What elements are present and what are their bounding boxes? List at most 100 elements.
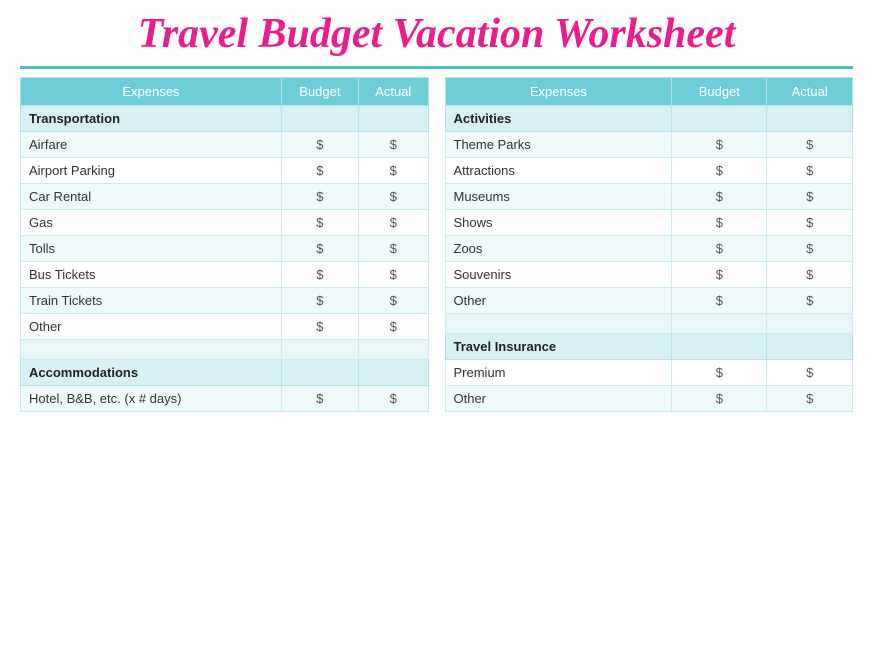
budget-value[interactable]: $: [281, 314, 358, 340]
table-row: Museums $ $: [445, 184, 853, 210]
left-col-budget: Budget: [281, 78, 358, 106]
actual-value[interactable]: $: [767, 184, 853, 210]
right-table: Expenses Budget Actual Activities Theme …: [445, 77, 854, 412]
budget-value[interactable]: $: [672, 184, 767, 210]
actual-value[interactable]: $: [767, 386, 853, 412]
page-title: Travel Budget Vacation Worksheet: [20, 10, 853, 58]
left-table-section: Expenses Budget Actual Transportation Ai…: [20, 77, 429, 412]
actual-value[interactable]: $: [359, 288, 428, 314]
expense-label: Shows: [445, 210, 672, 236]
expense-label: Premium: [445, 360, 672, 386]
section-budget: [281, 106, 358, 132]
section-actual: [767, 334, 853, 360]
left-col-actual: Actual: [359, 78, 428, 106]
actual-value[interactable]: $: [767, 132, 853, 158]
expense-label: Airfare: [21, 132, 282, 158]
actual-value[interactable]: $: [359, 386, 428, 412]
budget-value[interactable]: $: [672, 360, 767, 386]
actual-value[interactable]: $: [767, 158, 853, 184]
section-actual: [359, 106, 428, 132]
expense-label: Museums: [445, 184, 672, 210]
budget-value[interactable]: $: [281, 288, 358, 314]
budget-value[interactable]: $: [672, 288, 767, 314]
left-col-expenses: Expenses: [21, 78, 282, 106]
section-actual: [767, 106, 853, 132]
expense-label: Zoos: [445, 236, 672, 262]
actual-value[interactable]: $: [359, 262, 428, 288]
right-col-expenses: Expenses: [445, 78, 672, 106]
actual-value[interactable]: $: [767, 360, 853, 386]
budget-value[interactable]: $: [281, 184, 358, 210]
table-row: Train Tickets $ $: [21, 288, 429, 314]
section-label: Transportation: [21, 106, 282, 132]
table-row: Airfare $ $: [21, 132, 429, 158]
expense-label: Other: [445, 386, 672, 412]
actual-value[interactable]: $: [359, 210, 428, 236]
budget-value[interactable]: $: [281, 262, 358, 288]
expense-label: Other: [21, 314, 282, 340]
table-row: Souvenirs $ $: [445, 262, 853, 288]
right-table-section: Expenses Budget Actual Activities Theme …: [445, 77, 854, 412]
table-row: Shows $ $: [445, 210, 853, 236]
table-row: Zoos $ $: [445, 236, 853, 262]
budget-value[interactable]: $: [672, 210, 767, 236]
expense-label: Gas: [21, 210, 282, 236]
budget-value[interactable]: $: [281, 386, 358, 412]
expense-label: Bus Tickets: [21, 262, 282, 288]
table-row: Other $ $: [445, 288, 853, 314]
expense-label: Other: [445, 288, 672, 314]
actual-value[interactable]: $: [359, 236, 428, 262]
expense-label: Attractions: [445, 158, 672, 184]
table-row: Premium $ $: [445, 360, 853, 386]
table-empty-row: [21, 340, 429, 360]
expense-label: Airport Parking: [21, 158, 282, 184]
expense-label: Hotel, B&B, etc. (x # days): [21, 386, 282, 412]
expense-label: Car Rental: [21, 184, 282, 210]
actual-value[interactable]: $: [359, 132, 428, 158]
section-budget: [281, 360, 358, 386]
actual-value[interactable]: $: [767, 262, 853, 288]
actual-value[interactable]: $: [767, 236, 853, 262]
budget-value[interactable]: $: [281, 158, 358, 184]
expense-label: Train Tickets: [21, 288, 282, 314]
table-row: Airport Parking $ $: [21, 158, 429, 184]
budget-value[interactable]: $: [672, 132, 767, 158]
table-row: Other $ $: [445, 386, 853, 412]
budget-value[interactable]: $: [281, 236, 358, 262]
budget-value[interactable]: $: [281, 132, 358, 158]
table-section-header: Travel Insurance: [445, 334, 853, 360]
table-section-header: Activities: [445, 106, 853, 132]
table-row: Gas $ $: [21, 210, 429, 236]
expense-label: Tolls: [21, 236, 282, 262]
table-section-header: Accommodations: [21, 360, 429, 386]
actual-value[interactable]: $: [359, 184, 428, 210]
budget-value[interactable]: $: [672, 236, 767, 262]
table-row: Theme Parks $ $: [445, 132, 853, 158]
budget-value[interactable]: $: [281, 210, 358, 236]
table-section-header: Transportation: [21, 106, 429, 132]
section-label: Travel Insurance: [445, 334, 672, 360]
budget-value[interactable]: $: [672, 386, 767, 412]
actual-value[interactable]: $: [359, 314, 428, 340]
actual-value[interactable]: $: [767, 288, 853, 314]
budget-value[interactable]: $: [672, 158, 767, 184]
left-table: Expenses Budget Actual Transportation Ai…: [20, 77, 429, 412]
section-label: Activities: [445, 106, 672, 132]
top-divider: [20, 66, 853, 69]
section-label: Accommodations: [21, 360, 282, 386]
expense-label: Theme Parks: [445, 132, 672, 158]
actual-value[interactable]: $: [359, 158, 428, 184]
right-col-budget: Budget: [672, 78, 767, 106]
budget-value[interactable]: $: [672, 262, 767, 288]
expense-label: Souvenirs: [445, 262, 672, 288]
table-row: Car Rental $ $: [21, 184, 429, 210]
right-col-actual: Actual: [767, 78, 853, 106]
table-empty-row: [445, 314, 853, 334]
table-row: Tolls $ $: [21, 236, 429, 262]
section-actual: [359, 360, 428, 386]
tables-wrapper: Expenses Budget Actual Transportation Ai…: [20, 77, 853, 412]
section-budget: [672, 106, 767, 132]
table-row: Hotel, B&B, etc. (x # days) $ $: [21, 386, 429, 412]
table-row: Attractions $ $: [445, 158, 853, 184]
actual-value[interactable]: $: [767, 210, 853, 236]
